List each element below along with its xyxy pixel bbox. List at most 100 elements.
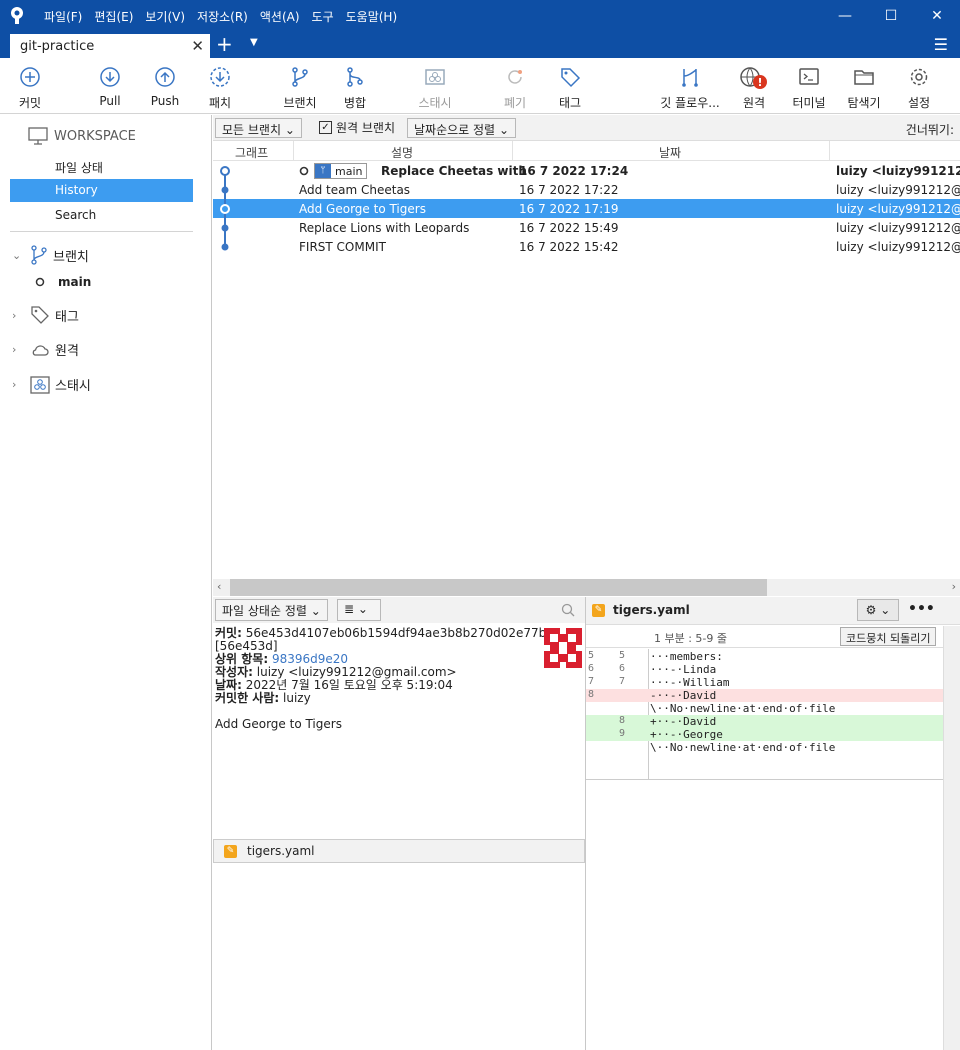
diff-vertical-scrollbar[interactable] [943, 626, 960, 1050]
diff-line-removed: 8 -··-·David [586, 689, 943, 702]
tag-icon [561, 68, 581, 88]
commit-row[interactable]: ᛘ main Replace Cheetas with 16 7 2022 17:… [213, 161, 960, 180]
scroll-left-arrow-icon[interactable]: ‹ [217, 580, 221, 593]
fetch-dashed-circle-icon [210, 67, 230, 87]
cloud-icon [32, 344, 49, 356]
stash-button[interactable]: 스태시 [405, 66, 465, 111]
pull-button[interactable]: Pull [80, 66, 140, 108]
column-graph[interactable]: 그래프 [235, 144, 268, 161]
scrollbar-thumb[interactable] [230, 579, 767, 596]
close-window-button[interactable]: ✕ [914, 0, 960, 32]
changed-file-name: tigers.yaml [247, 844, 315, 858]
commit-date: 16 7 2022 17:24 [519, 164, 629, 178]
sidebar-divider [10, 231, 193, 232]
branch-icon [292, 67, 308, 87]
commit-date: 16 7 2022 17:19 [519, 202, 619, 216]
sidebar-item-file-status[interactable]: 파일 상태 [10, 155, 193, 178]
close-icon[interactable]: ✕ [191, 37, 204, 55]
commit-list-horizontal-scrollbar[interactable]: ‹ › [213, 579, 960, 596]
menu-help[interactable]: 도움말(H) [346, 8, 398, 25]
tab-dropdown-chevron-icon[interactable]: ▼ [250, 37, 258, 48]
commit-button[interactable]: 커밋 [0, 66, 60, 111]
git-flow-button[interactable]: 깃 플로우... [655, 66, 725, 111]
sidebar-group-branches[interactable]: ⌄ 브랜치 [12, 245, 89, 265]
details-toolbar: 파일 상태순 정렬 ⌄ ≣ ⌄ [213, 597, 586, 623]
tag-button[interactable]: 태그 [540, 66, 600, 111]
branch-label-main[interactable]: ᛘ main [314, 163, 368, 179]
menu-file[interactable]: 파일(F) [44, 8, 82, 25]
graph-node-selected [220, 204, 230, 214]
column-divider [512, 141, 513, 161]
diff-header: ✎ tigers.yaml ⚙ ⌄ ••• [586, 597, 960, 625]
minimize-button[interactable]: — [822, 0, 868, 32]
branch-button[interactable]: 브랜치 [270, 66, 330, 111]
view-mode-dropdown[interactable]: ≣ ⌄ [337, 599, 381, 621]
commit-row[interactable]: Add team Cheetas 16 7 2022 17:22 luizy <… [213, 180, 960, 199]
sidebar-branch-main[interactable]: main [34, 275, 91, 289]
diff-line: \··No·newline·at·end·of·file [650, 741, 836, 754]
menu-edit[interactable]: 편집(E) [94, 8, 133, 25]
sidebar-group-stashes[interactable]: › 스태시 [12, 375, 91, 394]
settings-button[interactable]: 설정 [889, 66, 949, 111]
changed-file-row[interactable]: ✎ tigers.yaml [213, 839, 585, 863]
chevron-right-icon: › [12, 343, 17, 356]
diff-line: \··No·newline·at·end·of·file [650, 702, 836, 715]
column-date[interactable]: 날짜 [659, 144, 681, 161]
sort-by-date-dropdown[interactable]: 날짜순으로 정렬 ⌄ [407, 118, 516, 138]
fetch-button[interactable]: 패치 [190, 66, 250, 111]
remote-branches-checkbox[interactable]: ✓ 원격 브랜치 [319, 119, 395, 136]
skip-label: 건너뛰기: [905, 123, 954, 137]
menu-view[interactable]: 보기(V) [145, 8, 185, 25]
menu-repository[interactable]: 저장소(R) [197, 8, 248, 25]
commit-author: luizy <luizy991212@gmail.com> [836, 183, 960, 197]
commit-row[interactable]: Replace Lions with Leopards 16 7 2022 15… [213, 218, 960, 237]
sidebar-item-search[interactable]: Search [10, 204, 193, 227]
commit-row-selected[interactable]: Add George to Tigers 16 7 2022 17:19 lui… [213, 199, 960, 218]
sidebar-item-history[interactable]: History [10, 179, 193, 202]
more-options-icon[interactable]: ••• [908, 601, 935, 617]
tab-git-practice[interactable]: git-practice ✕ [10, 34, 210, 58]
all-branches-dropdown[interactable]: 모든 브랜치 ⌄ [215, 118, 302, 138]
column-description[interactable]: 설명 [391, 144, 413, 161]
chevron-down-icon: ⌄ [357, 602, 368, 616]
tab-title: git-practice [20, 39, 95, 54]
terminal-button[interactable]: 터미널 [779, 66, 839, 111]
hunk-header: 1 부분 : 5-9 줄 코드뭉치 되돌리기 [586, 626, 943, 648]
commit-description: Replace Lions with Leopards [299, 221, 470, 235]
commit-author: luizy <luizy991212@gmail.com> [836, 221, 960, 235]
menu-tools[interactable]: 도구 [312, 8, 334, 25]
remote-button[interactable]: ! 원격 [724, 66, 784, 113]
commit-list-header: 그래프 설명 날짜 [213, 141, 960, 161]
menu-actions[interactable]: 액션(A) [260, 8, 300, 25]
revert-hunk-button[interactable]: 코드뭉치 되돌리기 [840, 627, 937, 646]
commit-row[interactable]: FIRST COMMIT 16 7 2022 15:42 luizy <luiz… [213, 237, 960, 256]
gear-icon [910, 68, 928, 86]
new-tab-plus-icon[interactable]: + [216, 32, 233, 56]
modified-file-pencil-icon: ✎ [592, 603, 605, 617]
sidebar-group-remotes[interactable]: › 원격 [12, 340, 79, 359]
remote-globe-alert-icon: ! [740, 67, 767, 89]
workspace-header: WORKSPACE [28, 127, 136, 145]
merge-button[interactable]: 병합 [325, 66, 385, 111]
scroll-right-arrow-icon[interactable]: › [952, 580, 956, 593]
hamburger-menu-icon[interactable]: ☰ [934, 35, 948, 54]
commit-author: luizy <luizy991212@gmail.com> [836, 164, 960, 178]
parent-hash-link[interactable]: 98396d9e20 [272, 652, 348, 666]
search-icon[interactable] [561, 603, 575, 617]
sidebar-group-tags[interactable]: › 태그 [12, 305, 79, 325]
push-arrow-up-icon [155, 67, 175, 87]
push-button[interactable]: Push [135, 66, 195, 108]
discard-button[interactable]: 폐기 [485, 66, 545, 111]
commit-description: FIRST COMMIT [299, 240, 386, 254]
stash-icon [30, 375, 50, 394]
tag-icon [31, 306, 49, 324]
diff-settings-dropdown[interactable]: ⚙ ⌄ [857, 599, 899, 621]
file-status-sort-dropdown[interactable]: 파일 상태순 정렬 ⌄ [215, 599, 328, 621]
explorer-button[interactable]: 탐색기 [834, 66, 894, 111]
list-icon: ≣ [344, 602, 355, 616]
menu-bar: 파일(F) 편집(E) 보기(V) 저장소(R) 액션(A) 도구 도움말(H) [44, 0, 409, 32]
current-head-circle-icon [299, 166, 309, 176]
column-divider [293, 141, 294, 161]
maximize-button[interactable]: ☐ [868, 0, 914, 32]
svg-text:!: ! [757, 76, 762, 89]
